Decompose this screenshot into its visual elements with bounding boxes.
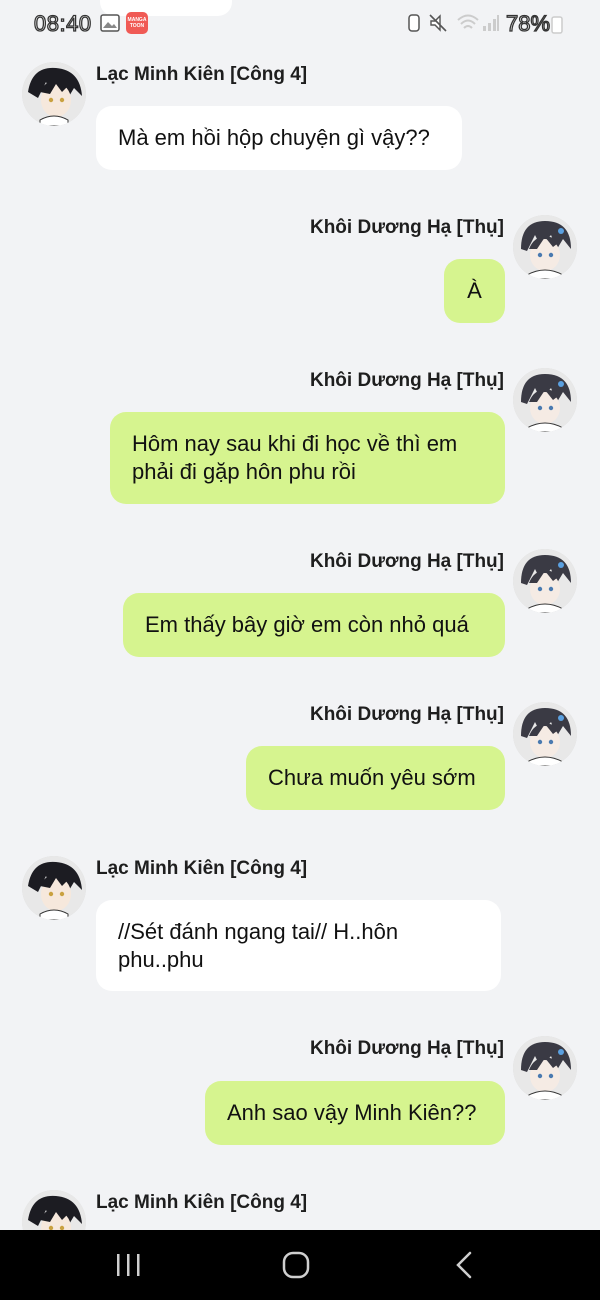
home-icon[interactable]	[276, 1248, 316, 1282]
sender-name: Khôi Dương Hạ [Thụ]	[309, 370, 504, 391]
battery-level: 78%	[505, 10, 551, 36]
recents-icon[interactable]	[108, 1248, 148, 1282]
avatar-lac-minh-kien[interactable]	[22, 856, 86, 920]
sender-name: Lạc Minh Kiên [Công 4]	[96, 1192, 308, 1213]
message-bubble[interactable]: Em thấy bây giờ em còn nhỏ quá	[123, 593, 505, 657]
message-bubble[interactable]: Hôm nay sau khi đi học về thì em phải đi…	[110, 412, 505, 504]
avatar-khoi-duong-ha[interactable]	[513, 1036, 577, 1100]
avatar-khoi-duong-ha[interactable]	[513, 549, 577, 613]
wifi-icon	[457, 14, 479, 29]
battery-icon	[551, 16, 563, 34]
sender-name: Khôi Dương Hạ [Thụ]	[309, 1038, 504, 1059]
status-time: 08:40	[33, 10, 92, 36]
navigation-bar	[0, 1230, 600, 1300]
sender-name: Khôi Dương Hạ [Thụ]	[309, 217, 504, 238]
avatar-khoi-duong-ha[interactable]	[513, 215, 577, 279]
gallery-icon	[100, 14, 120, 32]
avatar-khoi-duong-ha[interactable]	[513, 702, 577, 766]
status-bar: 08:40 MANGA TOON 78%	[0, 0, 600, 46]
message-bubble[interactable]: Mà em hồi hộp chuyện gì vậy??	[96, 106, 462, 170]
mute-icon	[429, 14, 447, 32]
message-bubble[interactable]: Anh sao vậy Minh Kiên??	[205, 1081, 505, 1145]
mangatoon-app-icon: MANGA TOON	[126, 12, 148, 34]
signal-icon	[483, 15, 499, 31]
avatar-khoi-duong-ha[interactable]	[513, 368, 577, 432]
sender-name: Khôi Dương Hạ [Thụ]	[309, 704, 504, 725]
back-icon[interactable]	[446, 1248, 486, 1282]
sender-name: Khôi Dương Hạ [Thụ]	[309, 551, 504, 572]
message-bubble[interactable]: Chưa muốn yêu sớm	[246, 746, 505, 810]
avatar-lac-minh-kien[interactable]	[22, 62, 86, 126]
sender-name: Lạc Minh Kiên [Công 4]	[96, 64, 308, 85]
message-bubble[interactable]: //Sét đánh ngang tai// H..hôn phu..phu	[96, 900, 501, 991]
alarm-icon	[408, 14, 420, 32]
message-bubble[interactable]: À	[444, 259, 505, 323]
sender-name: Lạc Minh Kiên [Công 4]	[96, 858, 308, 879]
